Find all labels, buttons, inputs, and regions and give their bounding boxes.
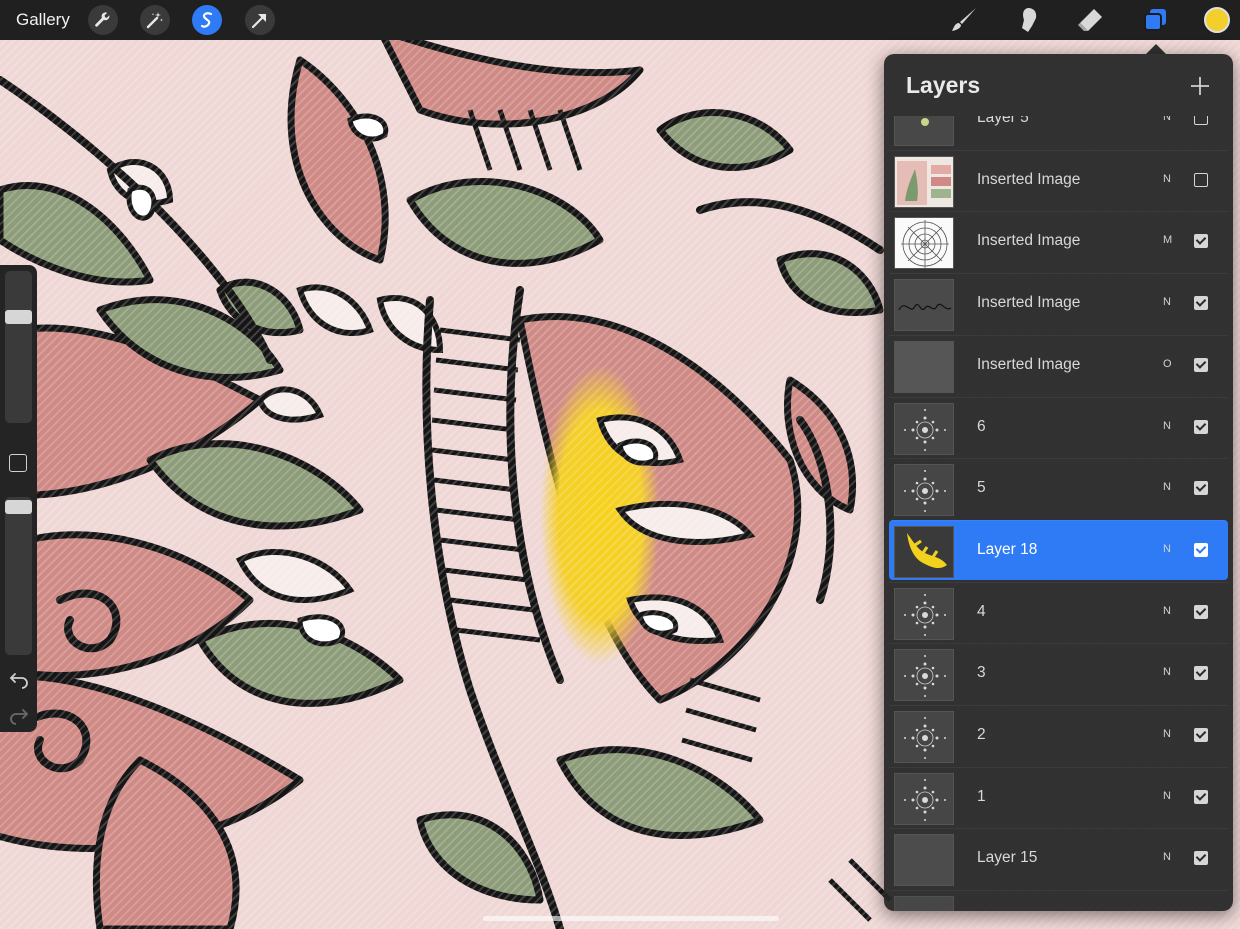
blend-mode-button[interactable]: N: [1163, 420, 1171, 432]
visibility-checkbox[interactable]: [1194, 605, 1208, 619]
layer-name: Layer 15: [977, 849, 1038, 866]
layer-thumbnail[interactable]: [894, 341, 954, 393]
transform-arrow-icon[interactable]: [245, 5, 275, 35]
layer-name: 6: [977, 418, 986, 435]
modify-button[interactable]: [9, 454, 27, 472]
layer-name: Layer 18: [977, 541, 1038, 558]
blend-mode-button[interactable]: N: [1163, 481, 1171, 493]
brush-icon[interactable]: [948, 4, 980, 36]
smudge-icon[interactable]: [1012, 4, 1044, 36]
layer-row[interactable]: Inserted Image M: [889, 211, 1228, 271]
selection-icon[interactable]: [192, 5, 222, 35]
layer-name: 2: [977, 726, 986, 743]
layer-name: Inserted Image: [977, 232, 1081, 249]
layer-row[interactable]: Layer 18 N: [889, 520, 1228, 580]
layer-row[interactable]: 4N: [889, 582, 1228, 642]
home-indicator[interactable]: [483, 916, 779, 921]
add-layer-button[interactable]: [1186, 72, 1214, 100]
left-sidebar: [0, 265, 37, 732]
visibility-checkbox[interactable]: [1194, 358, 1208, 372]
layer-row[interactable]: Inserted Image N: [889, 273, 1228, 333]
visibility-checkbox[interactable]: [1194, 543, 1208, 557]
layer-name: Layer 5: [977, 116, 1029, 126]
layer-row[interactable]: 2N: [889, 705, 1228, 765]
layer-row[interactable]: Inserted Image O: [889, 335, 1228, 395]
blend-mode-button[interactable]: N: [1163, 296, 1171, 308]
visibility-checkbox[interactable]: [1194, 296, 1208, 310]
layers-panel-pointer: [1146, 44, 1166, 54]
layer-name: Inserted Image: [977, 294, 1081, 311]
blend-mode-button[interactable]: N: [1163, 543, 1171, 555]
layer-row-partial[interactable]: [889, 890, 1228, 911]
magic-wand-icon[interactable]: [140, 5, 170, 35]
visibility-checkbox[interactable]: [1194, 851, 1208, 865]
visibility-checkbox[interactable]: [1194, 481, 1208, 495]
layer-thumbnail[interactable]: [894, 896, 954, 911]
visibility-checkbox[interactable]: [1194, 173, 1208, 187]
layers-panel-title: Layers: [906, 72, 981, 98]
layer-row[interactable]: 5N: [889, 458, 1228, 518]
redo-icon[interactable]: [9, 705, 29, 725]
layer-thumbnail[interactable]: [894, 526, 954, 578]
top-toolbar: Gallery: [0, 0, 1240, 40]
layers-panel: Layers Layer 5 N Inserted Image N Inserted I…: [884, 54, 1233, 911]
layer-thumbnail[interactable]: [894, 588, 954, 640]
visibility-checkbox[interactable]: [1194, 420, 1208, 434]
visibility-checkbox[interactable]: [1194, 234, 1208, 248]
layer-row[interactable]: 3N: [889, 643, 1228, 703]
blend-mode-button[interactable]: O: [1163, 358, 1172, 370]
layer-thumbnail[interactable]: [894, 156, 954, 208]
brush-size-thumb[interactable]: [5, 310, 32, 324]
wrench-icon[interactable]: [88, 5, 118, 35]
layer-row[interactable]: 6N: [889, 397, 1228, 457]
undo-icon[interactable]: [9, 669, 29, 689]
blend-mode-button[interactable]: N: [1163, 728, 1171, 740]
visibility-checkbox[interactable]: [1194, 728, 1208, 742]
blend-mode-button[interactable]: M: [1163, 234, 1172, 246]
layer-thumbnail[interactable]: [894, 649, 954, 701]
layer-row[interactable]: Layer 5 N: [889, 116, 1228, 148]
layer-row[interactable]: 1N: [889, 767, 1228, 827]
opacity-thumb[interactable]: [5, 500, 32, 514]
visibility-checkbox[interactable]: [1194, 666, 1208, 680]
blend-mode-button[interactable]: N: [1163, 790, 1171, 802]
layer-thumbnail[interactable]: [894, 403, 954, 455]
layer-thumbnail[interactable]: [894, 773, 954, 825]
layer-name: 4: [977, 603, 986, 620]
plus-icon: [1191, 77, 1209, 95]
layer-row[interactable]: Layer 15 N: [889, 828, 1228, 888]
visibility-checkbox[interactable]: [1194, 116, 1208, 125]
layer-name: Inserted Image: [977, 171, 1081, 188]
layer-thumbnail[interactable]: [894, 279, 954, 331]
layer-row[interactable]: Inserted Image N: [889, 150, 1228, 210]
eraser-icon[interactable]: [1074, 4, 1106, 36]
layer-name: Inserted Image: [977, 356, 1081, 373]
layers-icon[interactable]: [1139, 4, 1171, 36]
layer-name: 5: [977, 479, 986, 496]
blend-mode-button[interactable]: N: [1163, 173, 1171, 185]
gallery-button[interactable]: Gallery: [16, 10, 70, 30]
layer-list[interactable]: Layer 5 N Inserted Image N Inserted Image M In…: [884, 116, 1233, 911]
layer-thumbnail[interactable]: [894, 116, 954, 146]
layer-thumbnail[interactable]: [894, 711, 954, 763]
layer-name: 3: [977, 664, 986, 681]
layer-thumbnail[interactable]: [894, 464, 954, 516]
blend-mode-button[interactable]: N: [1163, 851, 1171, 863]
brush-size-slider[interactable]: [5, 271, 32, 423]
visibility-checkbox[interactable]: [1194, 790, 1208, 804]
opacity-slider[interactable]: [5, 497, 32, 655]
layer-thumbnail[interactable]: [894, 834, 954, 886]
color-picker-swatch[interactable]: [1204, 7, 1230, 33]
layer-thumbnail[interactable]: [894, 217, 954, 269]
blend-mode-button[interactable]: N: [1163, 116, 1171, 123]
blend-mode-button[interactable]: N: [1163, 666, 1171, 678]
layer-name: 1: [977, 788, 986, 805]
blend-mode-button[interactable]: N: [1163, 605, 1171, 617]
